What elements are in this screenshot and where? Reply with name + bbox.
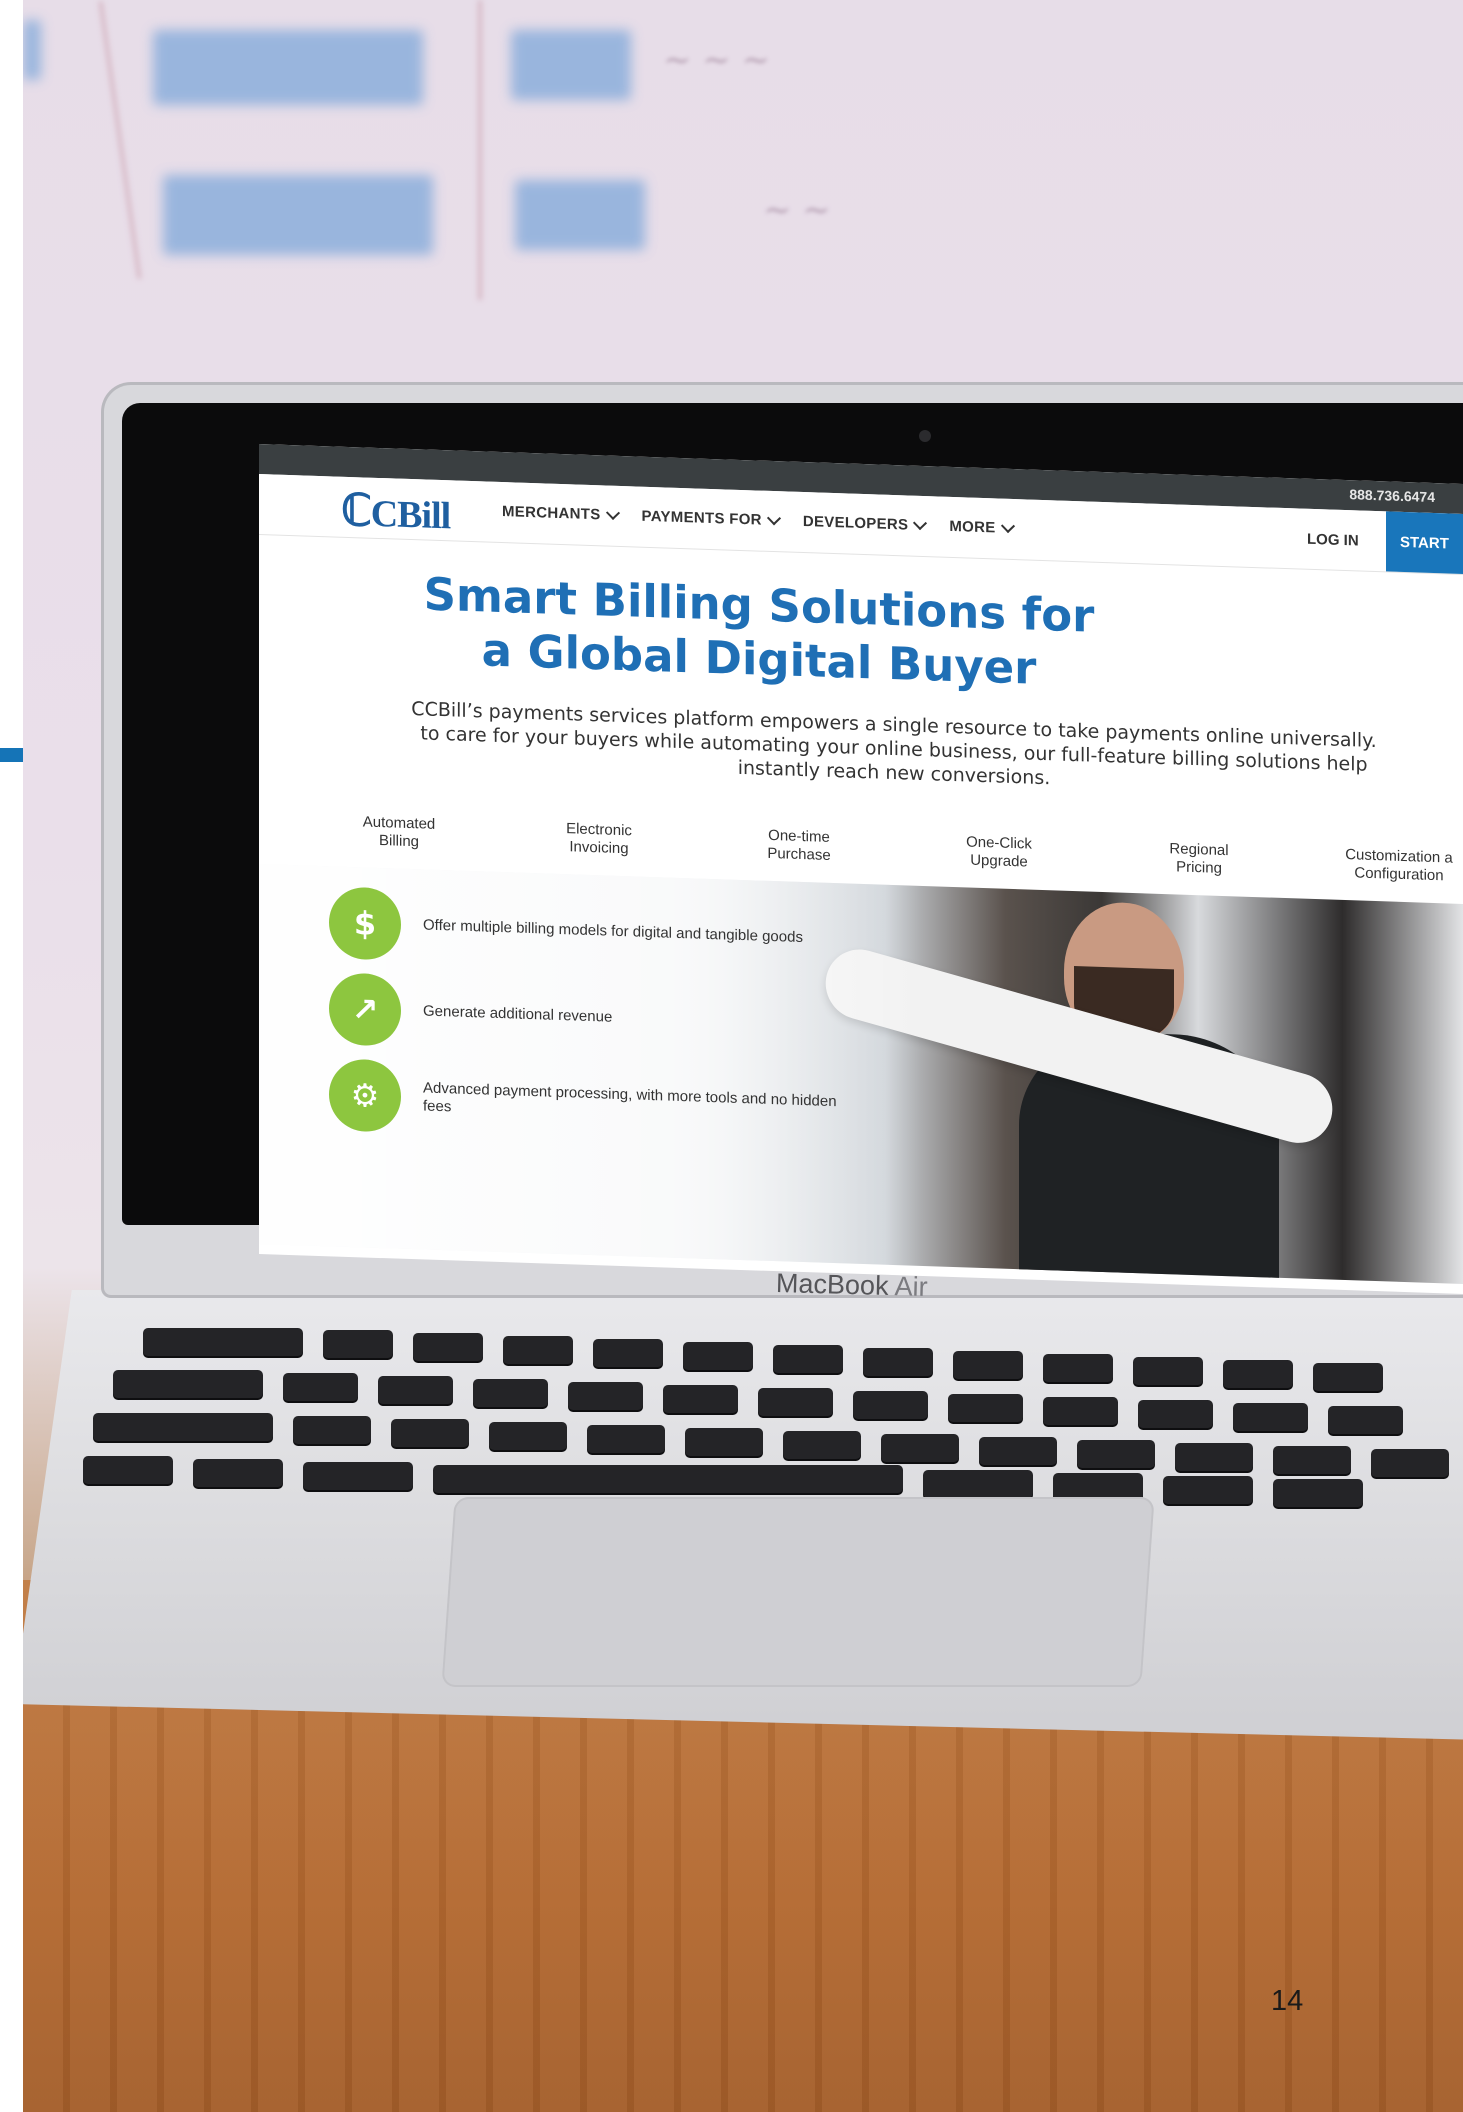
whiteboard-note: [515, 180, 645, 250]
nav-item-payments-for[interactable]: PAYMENTS FOR: [641, 507, 781, 530]
key: [413, 1333, 483, 1361]
key: [293, 1416, 371, 1444]
feature-electronic-invoicing[interactable]: Electronic Invoicing: [499, 818, 699, 861]
key: [568, 1382, 643, 1410]
key: [923, 1470, 1033, 1498]
ccbill-logo[interactable]: ℂCBill: [341, 485, 450, 540]
spacebar-key: [433, 1465, 903, 1493]
key: [323, 1330, 393, 1358]
key: [1233, 1403, 1308, 1431]
phone-number[interactable]: 888.736.6474: [1349, 486, 1435, 505]
key: [953, 1351, 1023, 1379]
key: [1328, 1406, 1403, 1434]
nav-item-more[interactable]: MORE: [949, 517, 1015, 537]
benefit-text: Advanced payment processing, with more t…: [423, 1079, 837, 1116]
benefit-list: $ Offer multiple billing models for digi…: [329, 886, 843, 1161]
key: [758, 1388, 833, 1416]
nav-item-merchants[interactable]: MERCHANTS: [502, 503, 620, 524]
login-link[interactable]: LOG IN: [1307, 531, 1359, 550]
key: [303, 1462, 413, 1490]
nav-item-label: PAYMENTS FOR: [641, 507, 762, 529]
price-tag-icon: $: [329, 886, 401, 961]
key: [1043, 1354, 1113, 1382]
key: [1043, 1397, 1118, 1425]
feature-one-time-purchase[interactable]: One-time Purchase: [699, 825, 899, 868]
feature-automated-billing[interactable]: Automated Billing: [299, 811, 499, 854]
logo-text: CBill: [370, 492, 451, 538]
benefit-text: Generate additional revenue: [423, 1002, 613, 1026]
key: [979, 1437, 1057, 1465]
key: [1077, 1440, 1155, 1468]
key: [1163, 1476, 1253, 1504]
feature-label: Configuration: [1354, 864, 1444, 885]
feature-regional-pricing[interactable]: Regional Pricing: [1099, 838, 1299, 881]
key: [1223, 1360, 1293, 1388]
key: [783, 1431, 861, 1459]
key: [1133, 1357, 1203, 1385]
key: [193, 1459, 283, 1487]
logo-c-icon: ℂ: [341, 485, 371, 536]
key: [378, 1376, 453, 1404]
chevron-down-icon: [913, 515, 928, 530]
key: [663, 1385, 738, 1413]
key: [93, 1413, 273, 1441]
key: [1273, 1446, 1351, 1474]
key: [489, 1422, 567, 1450]
key: [863, 1348, 933, 1376]
webcam-icon: [919, 430, 931, 442]
key: [593, 1339, 663, 1367]
chevron-down-icon: [766, 510, 781, 525]
key: [1371, 1449, 1449, 1477]
key: [683, 1342, 753, 1370]
benefit-item: ↗ Generate additional revenue: [329, 972, 843, 1061]
key: [283, 1373, 358, 1401]
benefit-item: ⚙ Advanced payment processing, with more…: [329, 1058, 843, 1147]
key: [881, 1434, 959, 1462]
whiteboard-line: [98, 1, 142, 279]
chevron-down-icon: [605, 505, 620, 520]
key: [853, 1391, 928, 1419]
whiteboard-note: [511, 30, 631, 100]
page-number: 14: [1271, 1985, 1304, 2017]
key: [83, 1456, 173, 1484]
start-button[interactable]: START: [1386, 511, 1463, 575]
laptop-screen: 888.736.6474 ℂCBill MERCHANTS PAYMENTS F…: [259, 444, 1463, 1294]
whiteboard-note: [153, 30, 423, 105]
nav-item-developers[interactable]: DEVELOPERS: [802, 513, 928, 534]
key: [391, 1419, 469, 1447]
key: [685, 1428, 763, 1456]
key: [1138, 1400, 1213, 1428]
nav-menu: MERCHANTS PAYMENTS FOR DEVELOPERS MORE: [502, 503, 1015, 537]
key: [1175, 1443, 1253, 1471]
key: [143, 1328, 303, 1356]
whiteboard-scribble: ~ ~ ~: [663, 40, 771, 80]
page-accent-bar: [0, 748, 23, 762]
key: [948, 1394, 1023, 1422]
nav-item-label: MORE: [949, 517, 996, 537]
whiteboard-note: [163, 175, 433, 255]
key: [1313, 1363, 1383, 1391]
benefit-text: Offer multiple billing models for digita…: [423, 916, 803, 947]
feature-customization[interactable]: Customization a Configuration: [1299, 845, 1463, 888]
key: [773, 1345, 843, 1373]
nav-item-label: MERCHANTS: [502, 503, 601, 524]
chevron-down-icon: [1000, 518, 1015, 533]
key: [1273, 1479, 1363, 1507]
key: [473, 1379, 548, 1407]
nav-item-label: DEVELOPERS: [802, 513, 909, 534]
trackpad: [441, 1497, 1155, 1687]
key: [587, 1425, 665, 1453]
key: [113, 1370, 263, 1398]
whiteboard-note: [23, 20, 41, 80]
hero-title: Smart Billing Solutions for a Global Dig…: [389, 566, 1129, 699]
gears-icon: ⚙: [329, 1058, 401, 1133]
growth-chart-icon: ↗: [329, 972, 401, 1047]
whiteboard-line: [478, 0, 482, 300]
whiteboard-scribble: ~ ~: [763, 190, 831, 230]
key: [503, 1336, 573, 1364]
feature-one-click-upgrade[interactable]: One-Click Upgrade: [899, 831, 1099, 874]
hero-description: CCBill’s payments services platform empo…: [299, 693, 1463, 804]
